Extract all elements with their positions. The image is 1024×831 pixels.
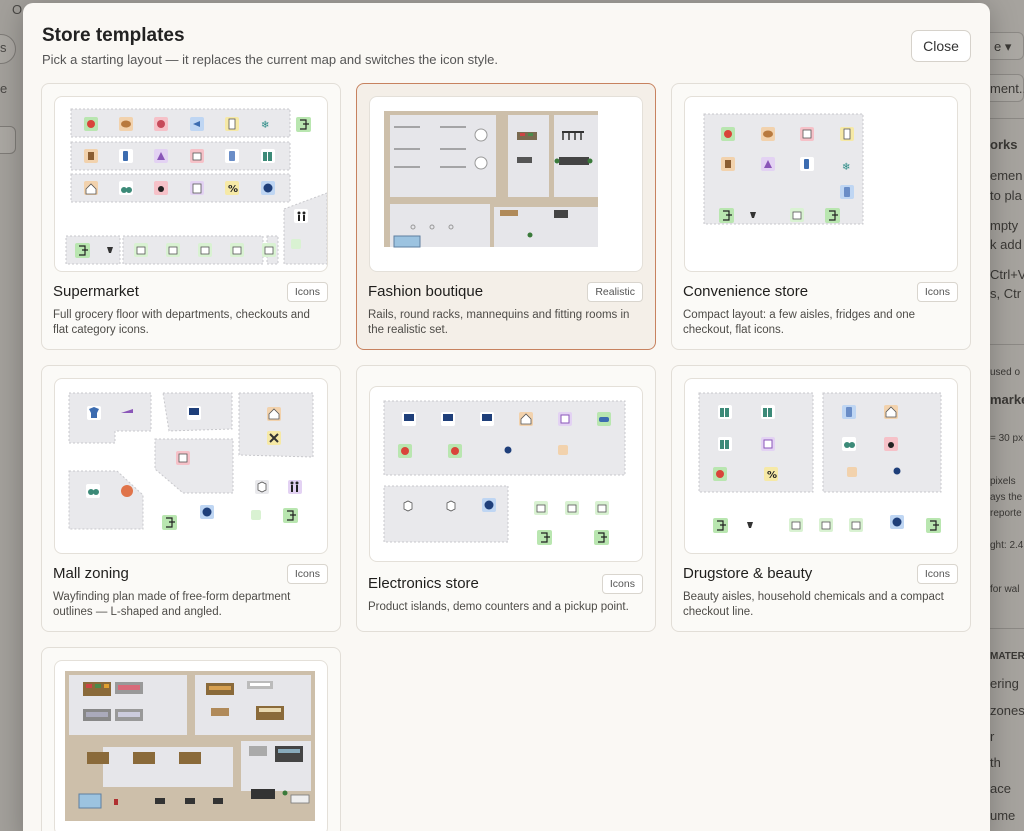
bg-right-text: to pla: [990, 188, 1022, 203]
bg-right-text: reporte: [990, 508, 1022, 519]
template-thumbnail: ❄ %: [54, 96, 328, 272]
svg-text:%: %: [767, 470, 777, 481]
bg-left-text: O: [12, 2, 23, 17]
bg-right-text: r: [990, 729, 995, 744]
modal-title: Store templates: [42, 25, 185, 46]
template-badge: Icons: [286, 282, 328, 302]
bg-right-text: for wal: [990, 584, 1020, 595]
template-thumbnail: [369, 386, 643, 562]
svg-text:❄: ❄: [261, 120, 269, 131]
template-card-mall-zoning[interactable]: Mall zoning Icons Wayfinding plan made o…: [41, 365, 341, 632]
template-badge: Icons: [601, 574, 643, 594]
bg-right-text: ays the: [990, 492, 1023, 503]
bg-divider: [990, 628, 1024, 629]
bg-right-text: zones: [990, 703, 1024, 718]
template-title: Drugstore & beauty: [683, 565, 813, 582]
template-thumbnail: [54, 660, 328, 831]
bg-right-text: market: [990, 392, 1024, 407]
template-title: Fashion boutique: [368, 283, 484, 300]
template-title: Convenience store: [683, 283, 809, 300]
svg-text:%: %: [228, 184, 238, 195]
bg-divider: [990, 118, 1024, 119]
template-card-electronics-store[interactable]: Electronics store Icons Product islands,…: [356, 365, 656, 632]
bg-right-text: pixels: [990, 476, 1016, 487]
template-description: Full grocery floor with departments, che…: [53, 309, 310, 336]
template-description: Product islands, demo counters and a pic…: [368, 601, 629, 613]
bg-right-text: orks: [990, 137, 1018, 152]
template-card-convenience-store[interactable]: ❄ Convenience store Icons Compact layout…: [671, 83, 971, 350]
store-templates-modal: Store templates Pick a starting layout —…: [23, 3, 990, 831]
template-thumbnail: ❄: [684, 96, 958, 272]
template-title: Supermarket: [53, 283, 139, 300]
bg-right-text: k add: [990, 237, 1022, 252]
bg-right-text: ume: [990, 808, 1016, 823]
template-description: Rails, round racks, mannequins and fitti…: [368, 309, 630, 336]
modal-subtitle: Pick a starting layout — it replaces the…: [42, 52, 498, 67]
template-description: Compact layout: a few aisles, fridges an…: [683, 309, 916, 336]
template-title: Mall zoning: [53, 565, 129, 582]
template-card-realistic-store[interactable]: [41, 647, 341, 831]
template-description: Beauty aisles, household chemicals and a…: [683, 591, 944, 618]
bg-left-pill: [0, 126, 16, 154]
bg-right-text: = 30 px: [990, 433, 1024, 444]
template-thumbnail: [369, 96, 643, 272]
template-thumbnail: [54, 378, 328, 554]
bg-right-text: s, Ctr: [990, 286, 1022, 301]
template-thumbnail: %: [684, 378, 958, 554]
template-title: Electronics store: [368, 575, 479, 592]
bg-divider: [990, 344, 1024, 345]
bg-right-text: emen: [990, 168, 1023, 183]
template-badge: Icons: [916, 564, 958, 584]
bg-right-text: used o: [990, 367, 1021, 378]
bg-right-text: MATER: [990, 651, 1024, 662]
bg-right-text: mpty: [990, 218, 1019, 233]
close-button[interactable]: Close: [911, 30, 971, 62]
template-badge: Realistic: [587, 282, 643, 302]
template-card-supermarket[interactable]: ❄ % Supermarket Icons Full grocery floor…: [41, 83, 341, 350]
background-right-panel: e ▾ ment... orks emen to pla mpty k add …: [990, 0, 1024, 831]
bg-right-text: ace: [990, 781, 1011, 796]
bg-right-text: th: [990, 755, 1001, 770]
template-badge: Icons: [916, 282, 958, 302]
bg-right-text: ght: 2.4: [990, 540, 1024, 551]
template-description: Wayfinding plan made of free-form depart…: [53, 591, 291, 618]
bg-right-text: ering: [990, 676, 1019, 691]
svg-text:❄: ❄: [842, 162, 850, 173]
bg-left-text: e: [0, 81, 8, 96]
template-card-fashion-boutique[interactable]: Fashion boutique Realistic Rails, round …: [356, 83, 656, 350]
bg-right-text: e ▾: [994, 39, 1012, 54]
bg-right-text: ment...: [990, 81, 1024, 96]
background-left-panel: O s e: [0, 0, 24, 831]
template-badge: Icons: [286, 564, 328, 584]
template-card-drugstore-beauty[interactable]: % Drugstore & beauty Icons Beauty aisles…: [671, 365, 971, 632]
bg-left-text: s: [0, 40, 7, 55]
bg-right-text: Ctrl+V: [990, 267, 1024, 282]
